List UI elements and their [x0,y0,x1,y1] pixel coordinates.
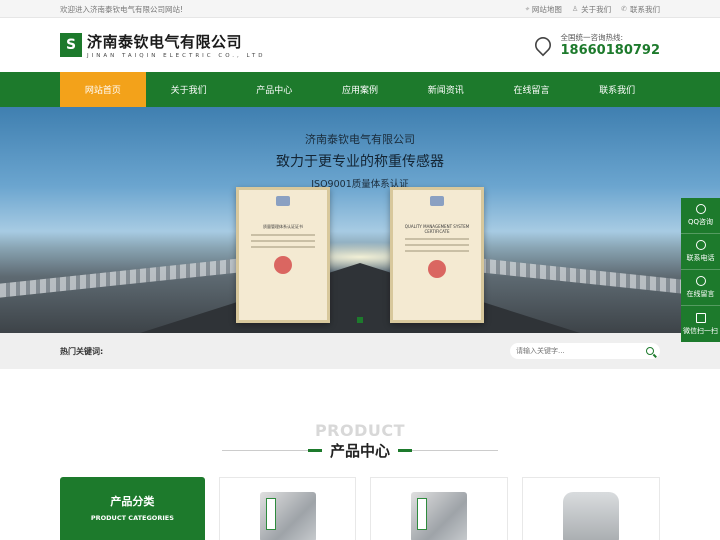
location-icon: ⌖ [524,4,529,13]
cert-cn-title: 质量管理体系认证证书 [263,224,303,229]
certificate-en: QUALITY MANAGEMENT SYSTEM CERTIFICATE [390,187,484,323]
nav-cases[interactable]: 应用案例 [317,72,403,107]
cert-logo-icon [430,196,444,206]
cert-logo-icon [276,196,290,206]
logo-icon: S [60,33,82,57]
product-image [259,492,316,540]
nav-message[interactable]: 在线留言 [489,72,575,107]
search-icon[interactable] [646,347,654,355]
float-message[interactable]: 在线留言 [681,270,720,306]
logo[interactable]: S 济南泰钦电气有限公司 JINAN TAIQIN ELECTRIC CO., … [60,31,265,59]
nav-contact[interactable]: 联系我们 [574,72,660,107]
phone-icon [531,33,554,57]
float-wechat[interactable]: 微信扫一扫 [681,306,720,342]
float-phone[interactable]: 联系电话 [681,234,720,270]
product-card[interactable] [522,477,660,540]
header: S 济南泰钦电气有限公司 JINAN TAIQIN ELECTRIC CO., … [0,18,720,72]
banner-company: 济南泰钦电气有限公司 [305,133,415,146]
section-title-en: PRODUCT [314,421,406,440]
slider-dots [357,317,363,323]
nav-about[interactable]: 关于我们 [146,72,232,107]
slider-dot[interactable] [357,317,363,323]
product-categories-box: 产品分类 PRODUCT CATEGORIES [60,477,205,540]
qq-icon [695,204,706,214]
phone-small-icon: ✆ [621,5,627,13]
product-image [563,492,620,540]
main-nav: 网站首页 关于我们 产品中心 应用案例 新闻资讯 在线留言 联系我们 [0,72,720,107]
nav-home[interactable]: 网站首页 [60,72,146,107]
hotline-number: 18660180792 [560,43,661,58]
contact-link[interactable]: ✆ 联系我们 [621,4,660,15]
top-bar: 欢迎进入济南泰钦电气有限公司网站! ⌖ 网站地图 ♙ 关于我们 ✆ 联系我们 [0,0,720,18]
message-icon [695,276,706,286]
floating-contact-bar: QQ咨询 联系电话 在线留言 微信扫一扫 [681,198,720,342]
categories-subtitle: PRODUCT CATEGORIES [90,514,174,522]
hot-keywords-label: 热门关键词: [60,346,104,356]
banner-text: 济南泰钦电气有限公司 致力于更专业的称重传感器 ISO9001质量体系认证 [0,131,720,190]
logo-title: 济南泰钦电气有限公司 [87,33,243,51]
sitemap-link[interactable]: ⌖ 网站地图 [525,4,562,15]
float-qq[interactable]: QQ咨询 [681,198,720,234]
banner-iso: ISO9001质量体系认证 [311,179,409,190]
banner-slogan: 致力于更专业的称重传感器 [276,154,444,170]
cert-seal-icon [274,256,292,274]
categories-title: 产品分类 [110,495,155,508]
qrcode-icon [695,312,706,323]
phone-icon [695,240,706,250]
welcome-text: 欢迎进入济南泰钦电气有限公司网站! [60,4,184,14]
products-row: 产品分类 PRODUCT CATEGORIES [60,477,660,540]
product-card[interactable] [218,477,357,540]
top-links: ⌖ 网站地图 ♙ 关于我们 ✆ 联系我们 [525,4,660,15]
section-title-cn: 产品中心 [329,442,390,460]
hero-banner[interactable]: 济南泰钦电气有限公司 致力于更专业的称重传感器 ISO9001质量体系认证 质量… [0,107,720,333]
hotline-label: 全国统一咨询热线: [560,33,624,42]
logo-subtitle: JINAN TAIQIN ELECTRIC CO., LTD [87,53,266,59]
nav-news[interactable]: 新闻资讯 [403,72,489,107]
divider-left [221,449,322,452]
search-bar: 热门关键词: [0,333,720,369]
product-image [411,492,468,540]
nav-products[interactable]: 产品中心 [231,72,317,107]
cert-seal-icon [428,260,446,278]
hotline: 全国统一咨询热线: 18660180792 [531,32,661,58]
search-box [510,343,660,359]
search-input[interactable] [516,347,646,355]
products-heading: PRODUCT 产品中心 [0,421,720,461]
person-icon: ♙ [571,5,579,13]
cert-en-title: QUALITY MANAGEMENT SYSTEM CERTIFICATE [404,224,470,234]
certificate-cn: 质量管理体系认证证书 [236,187,330,323]
product-card[interactable] [370,477,509,540]
divider-right [398,449,498,452]
about-link[interactable]: ♙ 关于我们 [572,4,611,15]
